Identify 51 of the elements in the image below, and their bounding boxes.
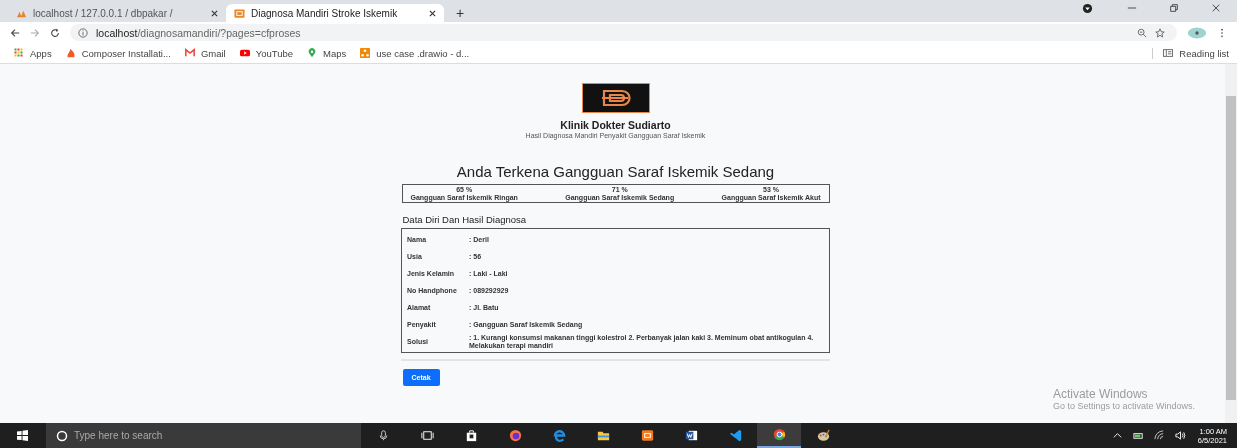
bookmark-link[interactable]: YouTube <box>239 47 294 59</box>
activation-title: Activate Windows <box>1052 387 1149 401</box>
bookmark-link[interactable]: Gmail <box>184 47 226 59</box>
reload-icon[interactable] <box>50 27 60 38</box>
section-title: Data Diri Dan Hasil Diagnosa <box>402 214 527 225</box>
code-editor-icon <box>727 428 743 443</box>
play-icon <box>239 48 250 58</box>
browser-tab[interactable]: Diagnosa Mandiri Stroke Iskemik <box>226 4 444 22</box>
bookmark-link[interactable]: Apps <box>14 47 52 59</box>
profile-icon[interactable] <box>1082 3 1093 14</box>
wifi-icon[interactable] <box>1153 430 1165 441</box>
close-icon[interactable] <box>429 9 436 17</box>
chevron-up-icon[interactable] <box>1111 430 1123 441</box>
close-icon[interactable] <box>1211 3 1221 13</box>
circle-icon <box>56 429 68 442</box>
browser-tab[interactable]: localhost / 127.0.0.1 / dbpakar / <box>8 4 226 22</box>
bookmark-link[interactable]: use case .drawio - d... <box>360 47 470 59</box>
close-icon[interactable] <box>211 9 218 17</box>
back-icon[interactable] <box>10 27 20 38</box>
fox-globe-icon <box>507 428 523 443</box>
star-icon[interactable] <box>1155 27 1165 38</box>
app-icon <box>234 7 245 19</box>
palette-icon <box>815 428 831 443</box>
browser-e-icon <box>551 428 567 443</box>
address-field[interactable]: localhost/diagnosamandiri/?pages=cfproses <box>70 24 1177 41</box>
task-view-icon <box>419 428 435 443</box>
flame-icon <box>65 48 76 58</box>
diagram-icon <box>360 48 371 58</box>
battery-icon[interactable] <box>1132 430 1144 441</box>
scrollbar[interactable] <box>1225 64 1237 423</box>
speaker-icon[interactable] <box>1174 430 1186 441</box>
reading-list-button[interactable]: Reading list <box>1152 47 1229 59</box>
result-heading: Anda Terkena Gangguan Saraf Iskemik Sedang <box>456 163 775 180</box>
map-pin-icon <box>307 48 318 58</box>
restore-icon[interactable] <box>1169 3 1179 13</box>
clinic-name: Klinik Dokter Sudiarto <box>560 119 671 131</box>
clinic-logo <box>581 83 650 113</box>
mail-icon <box>184 48 195 58</box>
reading-list-icon <box>1163 48 1174 58</box>
activation-hint: Go to Settings to activate Windows. <box>1052 401 1195 411</box>
apps-grid-icon <box>14 48 24 58</box>
avatar-icon[interactable] <box>1187 26 1207 39</box>
server-square-icon <box>639 428 655 443</box>
new-tab-button[interactable]: + <box>444 4 477 22</box>
document-w-icon <box>683 428 699 443</box>
start-icon[interactable] <box>17 430 28 441</box>
bookmark-link[interactable]: Maps <box>307 47 347 59</box>
zoom-icon[interactable] <box>1137 27 1147 38</box>
search-field[interactable]: Type here to search <box>46 423 361 448</box>
info-icon <box>78 27 88 38</box>
bookmark-link[interactable]: Composer Installati... <box>65 47 171 59</box>
